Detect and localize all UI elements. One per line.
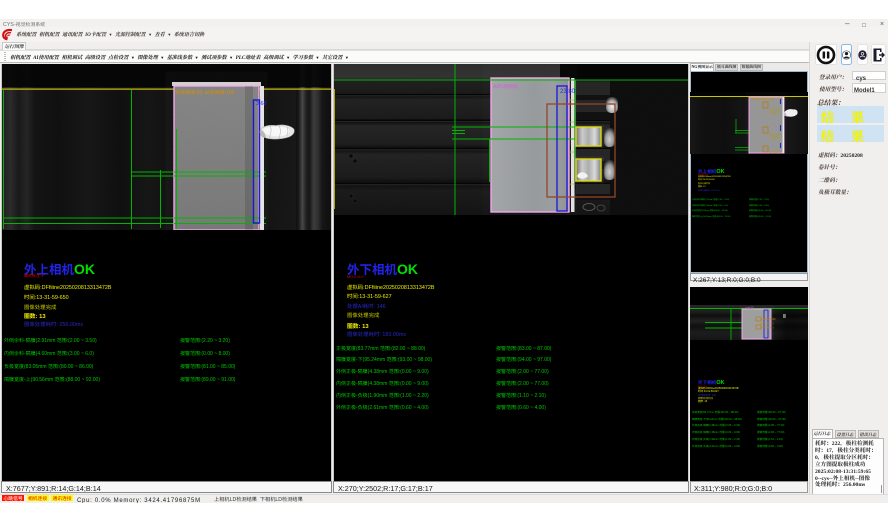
svg-text:3.50)警范: 3.50)警范 — [769, 111, 780, 115]
svg-text:标定阈值:93,动态:100: 标定阈值:93,动态:100 — [751, 97, 775, 101]
svg-text:53.48(90.5: 53.48(90.5 — [769, 150, 781, 154]
svg-text:6.00)警范: 6.00)警范 — [769, 136, 780, 140]
